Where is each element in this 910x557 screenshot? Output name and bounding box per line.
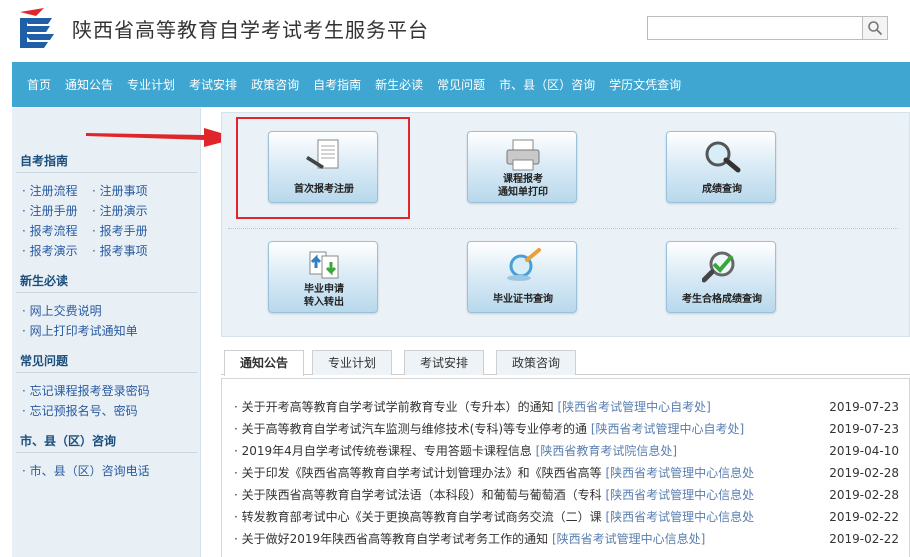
list-item[interactable]: · 2019年4月自学考试传统卷课程、专用答题卡课程信息 [陕西省教育考试院信息… xyxy=(234,441,899,461)
sidebar-section-title: 常见问题 xyxy=(20,354,69,368)
sidebar-link[interactable]: · 忘记预报名号、密码 xyxy=(22,402,138,419)
tile-course-registration-print[interactable]: 课程报考 通知单打印 xyxy=(467,131,577,203)
divider xyxy=(16,292,197,293)
tile-certificate-query[interactable]: 毕业证书查询 xyxy=(467,241,577,313)
sidebar-link[interactable]: · 报考手册 xyxy=(92,222,148,239)
tile-label: 转入转出 xyxy=(304,297,344,308)
nav-item-guide[interactable]: 自考指南 xyxy=(306,76,368,93)
page-header: 陕西省高等教育自学考试考生服务平台 xyxy=(0,0,910,60)
nav-item-exam-schedule[interactable]: 考试安排 xyxy=(182,76,244,93)
certificate-search-icon xyxy=(507,248,541,281)
divider xyxy=(16,172,197,173)
highlight-box xyxy=(236,117,410,219)
magnifier-icon xyxy=(705,141,741,173)
news-list: · 关于开考高等教育自学考试学前教育专业（专升本）的通知 [陕西省考试管理中心自… xyxy=(221,378,910,557)
tile-label: 课程报考 xyxy=(503,174,543,185)
sidebar: 自考指南 · 注册流程 · 注册事项 · 注册手册 · 注册演示 · 报考流程 … xyxy=(12,108,201,557)
list-item[interactable]: · 关于开考高等教育自学考试学前教育专业（专升本）的通知 [陕西省考试管理中心自… xyxy=(234,397,899,417)
sidebar-section-title: 新生必读 xyxy=(20,274,69,288)
list-item[interactable]: · 关于做好2019年陕西省高等教育自学考试考务工作的通知 [陕西省考试管理中心… xyxy=(234,529,899,549)
tab-exam-schedule[interactable]: 考试安排 xyxy=(404,350,484,375)
nav-item-policy[interactable]: 政策咨询 xyxy=(244,76,306,93)
sidebar-link[interactable]: · 市、县（区）咨询电话 xyxy=(22,462,150,479)
search-input[interactable] xyxy=(647,16,863,40)
nav-item-notices[interactable]: 通知公告 xyxy=(58,76,120,93)
nav-item-home[interactable]: 首页 xyxy=(12,76,58,93)
tile-qualified-score-query[interactable]: 考生合格成绩查询 xyxy=(666,241,776,313)
main-nav: 首页 通知公告 专业计划 考试安排 政策咨询 自考指南 新生必读 常见问题 市、… xyxy=(12,62,910,107)
sidebar-link[interactable]: · 注册流程 xyxy=(22,182,78,199)
logo-icon xyxy=(20,8,54,48)
tile-label: 成绩查询 xyxy=(702,184,742,195)
tab-policy[interactable]: 政策咨询 xyxy=(496,350,576,375)
nav-item-major-plan[interactable]: 专业计划 xyxy=(120,76,182,93)
tile-score-query[interactable]: 成绩查询 xyxy=(666,131,776,203)
sidebar-link[interactable]: · 注册手册 xyxy=(22,202,78,219)
divider xyxy=(16,452,197,453)
list-item[interactable]: · 关于高等教育自学考试汽车监测与维修技术(专科)等专业停考的通 [陕西省考试管… xyxy=(234,419,899,439)
tile-label: 考生合格成绩查询 xyxy=(682,294,762,305)
qualified-search-icon xyxy=(702,251,735,283)
sidebar-link[interactable]: · 忘记课程报考登录密码 xyxy=(22,382,150,399)
tile-label: 毕业申请 xyxy=(304,284,344,295)
sidebar-link[interactable]: · 报考演示 xyxy=(22,242,78,259)
sidebar-link[interactable]: · 注册演示 xyxy=(92,202,148,219)
tab-major-plan[interactable]: 专业计划 xyxy=(312,350,392,375)
sidebar-section-title: 市、县（区）咨询 xyxy=(20,434,117,448)
nav-item-diploma-query[interactable]: 学历文凭查询 xyxy=(602,76,688,93)
nav-item-freshman[interactable]: 新生必读 xyxy=(368,76,430,93)
tile-label: 毕业证书查询 xyxy=(493,294,553,305)
divider xyxy=(228,228,898,229)
sidebar-link[interactable]: · 网上交费说明 xyxy=(22,302,102,319)
list-item[interactable]: · 转发教育部考试中心《关于更换高等教育自学考试商务交流（二）课 [陕西省考试管… xyxy=(234,507,899,527)
transfer-docs-icon xyxy=(309,251,339,279)
tile-label: 通知单打印 xyxy=(498,187,548,198)
nav-item-county-consult[interactable]: 市、县（区）咨询 xyxy=(492,76,602,93)
search-button[interactable] xyxy=(862,16,888,40)
sidebar-link[interactable]: · 网上打印考试通知单 xyxy=(22,322,138,339)
tile-graduation-transfer[interactable]: 毕业申请 转入转出 xyxy=(268,241,378,313)
printer-icon xyxy=(506,139,540,171)
sidebar-section-title: 自考指南 xyxy=(20,154,69,168)
sidebar-link[interactable]: · 注册事项 xyxy=(92,182,148,199)
list-item[interactable]: · 关于印发《陕西省高等教育自学考试计划管理办法》和《陕西省高等 [陕西省考试管… xyxy=(234,463,899,483)
tab-notices[interactable]: 通知公告 xyxy=(224,350,304,376)
sidebar-link[interactable]: · 报考流程 xyxy=(22,222,78,239)
annotation-arrow-icon xyxy=(86,128,238,147)
divider xyxy=(16,372,197,373)
search-icon xyxy=(868,21,883,36)
sidebar-link[interactable]: · 报考事项 xyxy=(92,242,148,259)
nav-item-faq[interactable]: 常见问题 xyxy=(430,76,492,93)
list-item[interactable]: · 关于陕西省高等教育自学考试法语（本科段）和葡萄与葡萄酒（专科 [陕西省考试管… xyxy=(234,485,899,505)
site-title: 陕西省高等教育自学考试考生服务平台 xyxy=(72,18,429,42)
